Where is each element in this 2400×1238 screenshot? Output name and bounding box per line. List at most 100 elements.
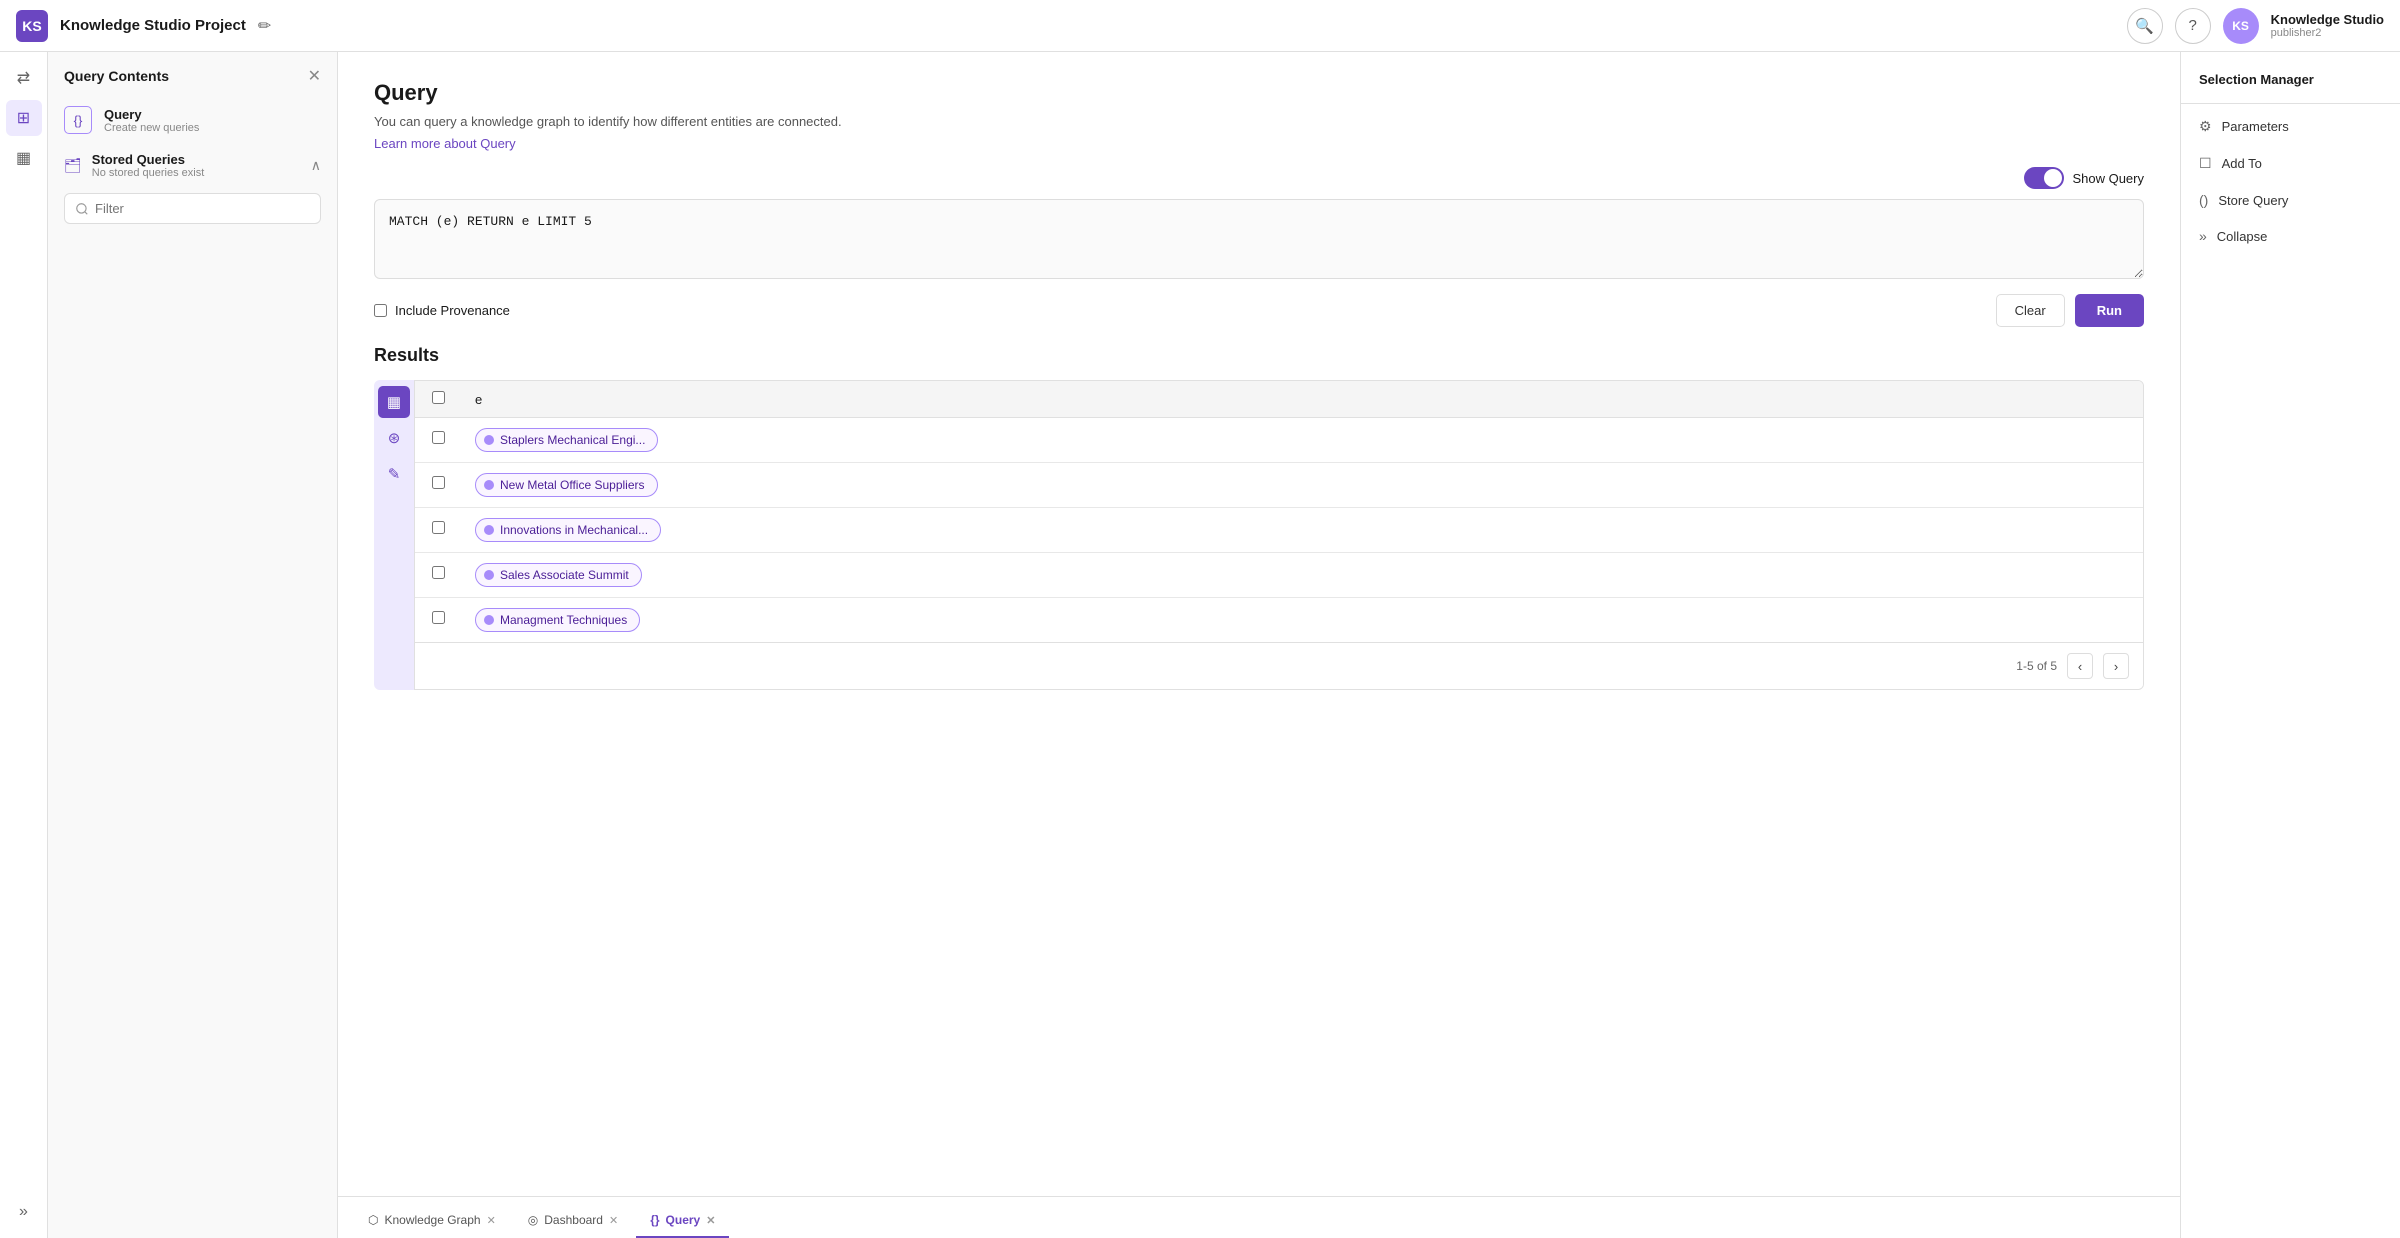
tab-label-query: Query — [666, 1213, 701, 1227]
query-icon: {} — [64, 106, 92, 134]
tab-close-dashboard[interactable]: ✕ — [609, 1214, 618, 1227]
row-check-4 — [415, 598, 461, 643]
entity-pill-0[interactable]: Staplers Mechanical Engi... — [475, 428, 658, 452]
row-entity-0: Staplers Mechanical Engi... — [461, 418, 2143, 463]
include-provenance-text: Include Provenance — [395, 303, 510, 318]
table-row: New Metal Office Suppliers — [415, 463, 2143, 508]
filter-input[interactable] — [64, 193, 321, 224]
show-query-toggle[interactable]: Show Query — [2024, 167, 2144, 189]
tab-icon-dashboard: ◎ — [528, 1213, 538, 1227]
right-panel-divider — [2181, 103, 2400, 104]
right-panel-title: Selection Manager — [2181, 64, 2400, 99]
row-entity-3: Sales Associate Summit — [461, 553, 2143, 598]
main-layout: ⇄ ⊞ ▦ » Query Contents ✕ {} Query Create… — [0, 52, 2400, 1238]
entity-label-0: Staplers Mechanical Engi... — [500, 433, 645, 447]
entity-pill-3[interactable]: Sales Associate Summit — [475, 563, 642, 587]
page-subtitle: You can query a knowledge graph to ident… — [374, 114, 2144, 129]
table-row: Staplers Mechanical Engi... — [415, 418, 2143, 463]
right-panel: Selection Manager ⚙ Parameters ☐ Add To … — [2180, 52, 2400, 1238]
entity-dot-2 — [484, 525, 494, 535]
left-panel: Query Contents ✕ {} Query Create new que… — [48, 52, 338, 1238]
toggle-switch[interactable] — [2024, 167, 2064, 189]
pagination-next-button[interactable]: › — [2103, 653, 2129, 679]
entity-label-1: New Metal Office Suppliers — [500, 478, 645, 492]
right-panel-icon-add-to: ☐ — [2199, 155, 2212, 172]
help-button[interactable]: ? — [2175, 8, 2211, 44]
tab-knowledge-graph[interactable]: ⬡ Knowledge Graph ✕ — [354, 1205, 510, 1238]
row-checkbox-0[interactable] — [432, 431, 445, 444]
left-panel-close-button[interactable]: ✕ — [308, 66, 321, 86]
right-panel-icon-collapse: » — [2199, 228, 2207, 244]
sidebar-icon-layers[interactable]: ⊞ — [6, 100, 42, 136]
sidebar-icon-expand[interactable]: » — [6, 1194, 42, 1230]
row-entity-1: New Metal Office Suppliers — [461, 463, 2143, 508]
results-title: Results — [374, 345, 2144, 366]
right-panel-item-collapse[interactable]: » Collapse — [2181, 218, 2400, 254]
row-check-0 — [415, 418, 461, 463]
row-checkbox-1[interactable] — [432, 476, 445, 489]
page-title: Query — [374, 80, 2144, 106]
right-panel-label-store-query: Store Query — [2218, 193, 2288, 208]
user-name: Knowledge Studio — [2271, 12, 2384, 27]
row-checkbox-2[interactable] — [432, 521, 445, 534]
select-all-checkbox[interactable] — [432, 391, 445, 404]
app-logo: KS — [16, 10, 48, 42]
table-row: Sales Associate Summit — [415, 553, 2143, 598]
edit-icon[interactable]: ✏ — [258, 16, 271, 36]
table-footer: 1-5 of 5 ‹ › — [415, 642, 2143, 689]
right-panel-item-add-to[interactable]: ☐ Add To — [2181, 145, 2400, 182]
tab-dashboard[interactable]: ◎ Dashboard ✕ — [514, 1205, 632, 1238]
query-item-title: Query — [104, 107, 199, 122]
table-view-button[interactable]: ▦ — [378, 386, 410, 418]
row-checkbox-4[interactable] — [432, 611, 445, 624]
include-provenance-label[interactable]: Include Provenance — [374, 303, 510, 318]
stored-queries-icon: 🗂 — [64, 157, 82, 174]
tab-close-knowledge-graph[interactable]: ✕ — [487, 1214, 496, 1227]
tab-icon-query: {} — [650, 1213, 659, 1227]
tab-label-knowledge-graph: Knowledge Graph — [384, 1213, 480, 1227]
right-panel-item-parameters[interactable]: ⚙ Parameters — [2181, 108, 2400, 145]
row-check-2 — [415, 508, 461, 553]
pagination-prev-button[interactable]: ‹ — [2067, 653, 2093, 679]
row-entity-2: Innovations in Mechanical... — [461, 508, 2143, 553]
entity-pill-4[interactable]: Managment Techniques — [475, 608, 640, 632]
sidebar-icon-graph[interactable]: ⇄ — [6, 60, 42, 96]
right-panel-item-store-query[interactable]: () Store Query — [2181, 182, 2400, 218]
row-check-1 — [415, 463, 461, 508]
view-container: ▦ ⊛ ✎ e — [374, 380, 2144, 690]
entity-pill-1[interactable]: New Metal Office Suppliers — [475, 473, 658, 497]
table-header-e: e — [461, 381, 2143, 418]
main-content: Query You can query a knowledge graph to… — [338, 52, 2180, 1238]
query-item-subtitle: Create new queries — [104, 122, 199, 134]
run-button[interactable]: Run — [2075, 294, 2144, 327]
right-panel-label-collapse: Collapse — [2217, 229, 2268, 244]
include-provenance-checkbox[interactable] — [374, 304, 387, 317]
right-panel-icon-store-query: () — [2199, 192, 2208, 208]
tab-close-query[interactable]: ✕ — [706, 1214, 715, 1227]
query-editor[interactable]: MATCH (e) RETURN e LIMIT 5 — [374, 199, 2144, 279]
query-section-item[interactable]: {} Query Create new queries — [48, 96, 337, 144]
entity-pill-2[interactable]: Innovations in Mechanical... — [475, 518, 661, 542]
results-table-wrap: e Staplers Mechanical Engi... — [414, 380, 2144, 690]
query-header-row: Show Query — [374, 167, 2144, 189]
content-area: Query You can query a knowledge graph to… — [338, 52, 2180, 1196]
entity-label-3: Sales Associate Summit — [500, 568, 629, 582]
graph-view-button[interactable]: ⊛ — [378, 422, 410, 454]
entity-label-2: Innovations in Mechanical... — [500, 523, 648, 537]
sidebar-icon-table[interactable]: ▦ — [6, 140, 42, 176]
table-header-check — [415, 381, 461, 418]
search-button[interactable]: 🔍 — [2127, 8, 2163, 44]
right-panel-icon-parameters: ⚙ — [2199, 118, 2212, 135]
query-toolbar: Include Provenance Clear Run — [374, 294, 2144, 327]
app-title: Knowledge Studio Project — [60, 17, 246, 34]
row-entity-4: Managment Techniques — [461, 598, 2143, 643]
show-query-label: Show Query — [2072, 171, 2144, 186]
edit-view-button[interactable]: ✎ — [378, 458, 410, 490]
row-checkbox-3[interactable] — [432, 566, 445, 579]
stored-queries-expand-button[interactable]: ∧ — [311, 157, 321, 174]
clear-button[interactable]: Clear — [1996, 294, 2065, 327]
learn-more-link[interactable]: Learn more about Query — [374, 136, 516, 151]
user-info: Knowledge Studio publisher2 — [2271, 12, 2384, 39]
tab-query[interactable]: {} Query ✕ — [636, 1205, 729, 1238]
results-table: e Staplers Mechanical Engi... — [415, 381, 2143, 642]
